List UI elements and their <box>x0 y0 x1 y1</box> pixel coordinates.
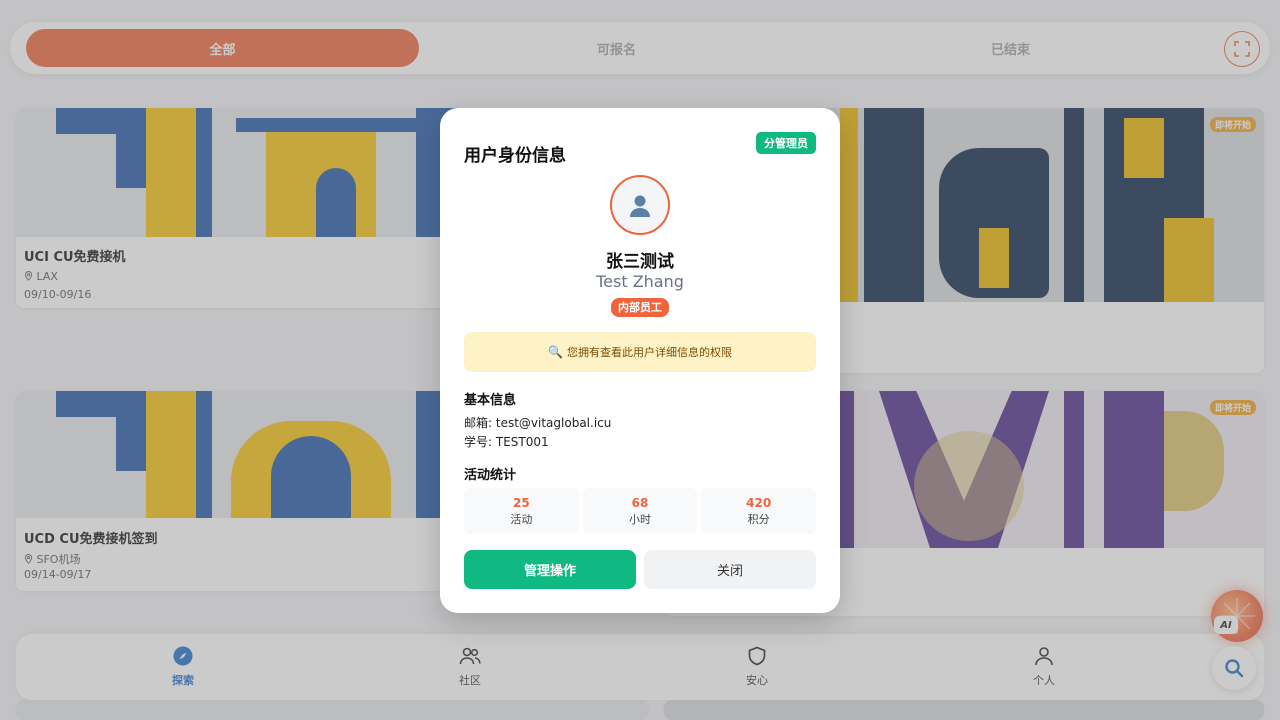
stat-value: 25 <box>512 496 530 510</box>
permission-text: 您拥有查看此用户详细信息的权限 <box>566 346 732 359</box>
staff-badge: 内部员工 <box>611 298 669 317</box>
staff-badge-wrapper: 内部员工 <box>440 296 840 317</box>
stat-activities: 25 活动 <box>464 488 579 534</box>
stat-value: 420 <box>746 496 772 510</box>
user-silhouette-icon <box>630 195 650 217</box>
user-name-english: Test Zhang <box>596 272 684 291</box>
stat-points: 420 积分 <box>701 488 817 534</box>
student-id-label: 学号: <box>464 435 493 449</box>
student-id-value: TEST001 <box>495 435 549 449</box>
activity-stats: 25 活动 68 小时 420 积分 <box>464 488 817 534</box>
avatar <box>610 175 670 235</box>
student-id-row: 学号: TEST001 <box>464 433 549 450</box>
admin-actions-button[interactable]: 管理操作 <box>464 550 636 589</box>
stat-label: 积分 <box>747 513 770 526</box>
user-identity-dialog: 用户身份信息 分管理员 张三测试 Test Zhang 内部员工 🔍 您拥有查看… <box>440 108 840 613</box>
close-button[interactable]: 关闭 <box>644 550 816 589</box>
email-row: 邮箱: test@vitaglobal.icu <box>464 414 611 431</box>
email-label: 邮箱: <box>464 416 493 430</box>
magnifier-icon: 🔍 <box>548 345 563 359</box>
stat-value: 68 <box>631 496 649 510</box>
email-value: test@vitaglobal.icu <box>495 416 612 430</box>
role-badge: 分管理员 <box>756 132 816 154</box>
user-name-chinese: 张三测试 <box>606 252 674 272</box>
stat-label: 小时 <box>629 513 651 526</box>
activity-stats-heading: 活动统计 <box>464 468 517 483</box>
permission-notice: 🔍 您拥有查看此用户详细信息的权限 <box>464 332 816 372</box>
stat-hours: 68 小时 <box>582 488 698 534</box>
basic-info-heading: 基本信息 <box>464 393 517 408</box>
dialog-title: 用户身份信息 <box>464 146 566 166</box>
stat-label: 活动 <box>510 513 533 526</box>
